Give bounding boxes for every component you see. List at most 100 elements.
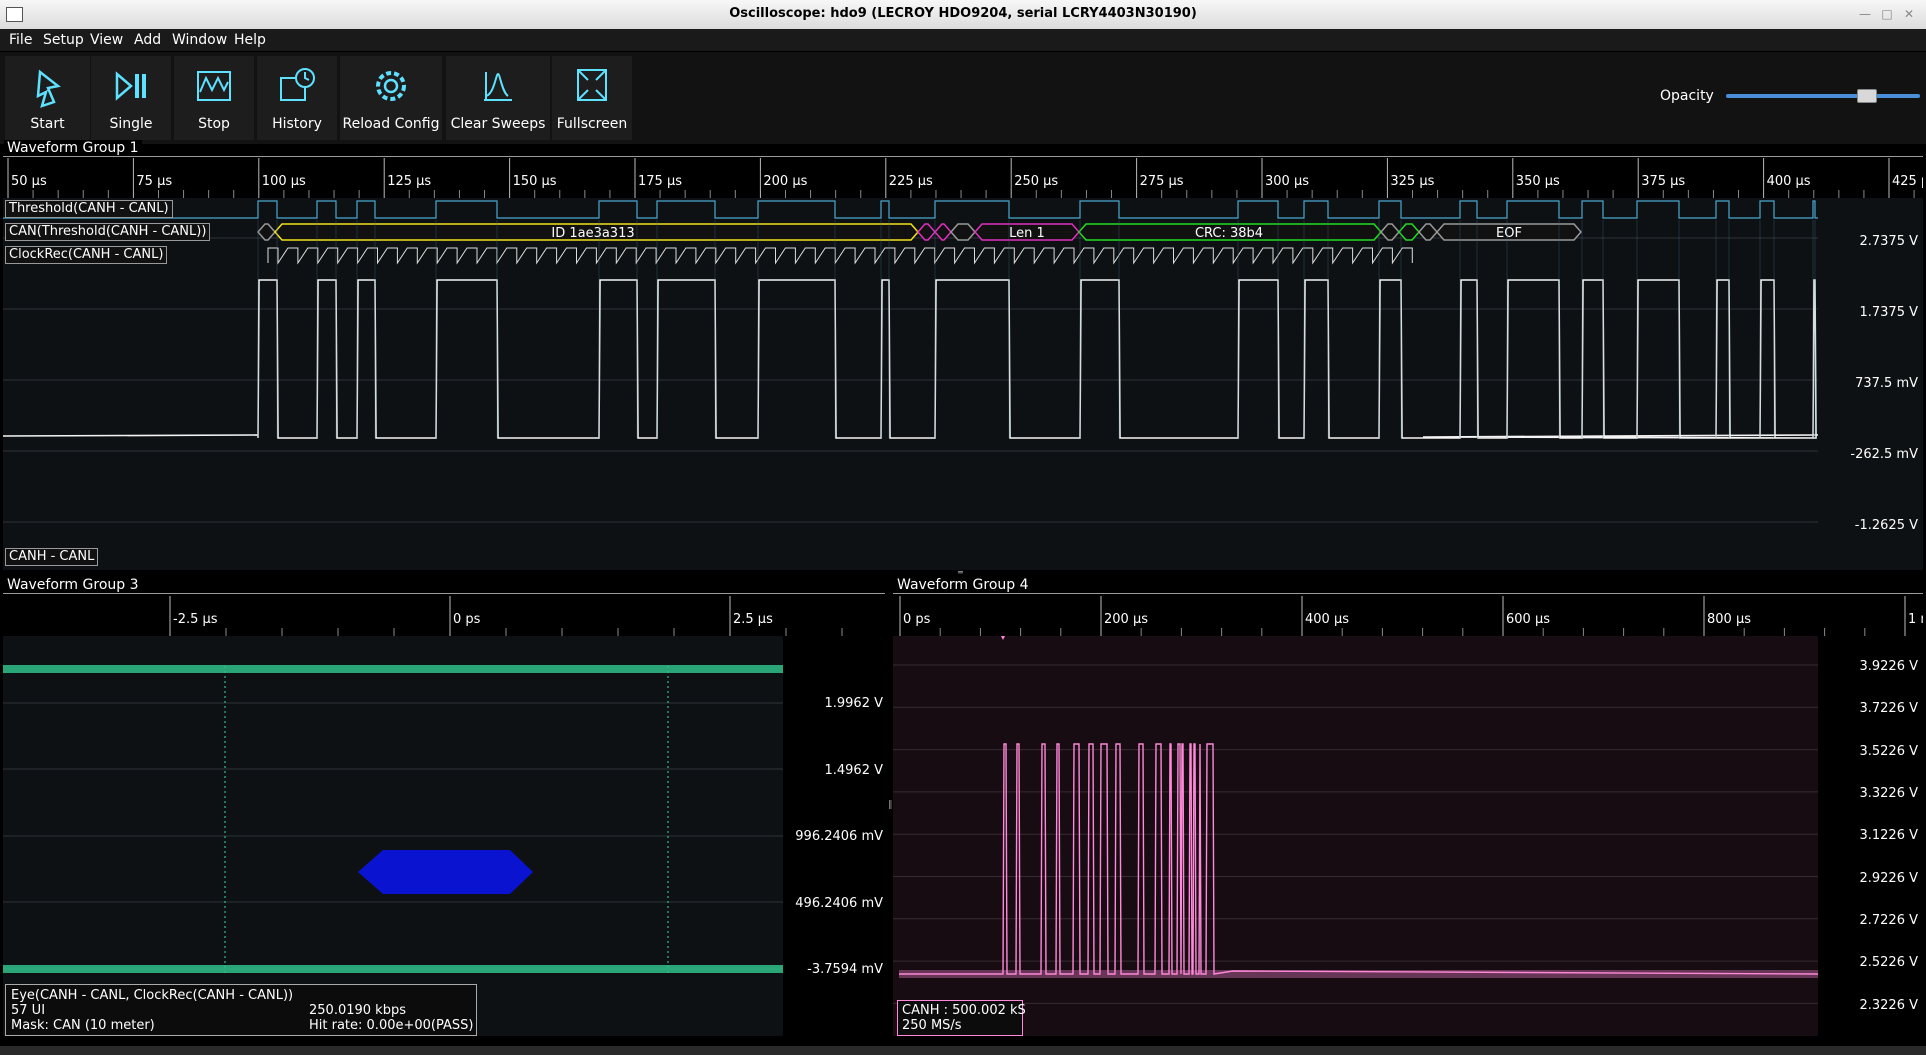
tick-label: 0 ps [903, 612, 931, 627]
menu-file[interactable]: File [9, 32, 32, 48]
group4-vlabel-6: 2.7226 V [1859, 913, 1918, 928]
clear-sweeps-icon [484, 72, 512, 101]
canh-sample-count: CANH : 500.002 kS [902, 1003, 1026, 1018]
tick-label: 375 µs [1641, 174, 1685, 189]
group3-vlabel-0: 1.9962 V [824, 696, 883, 711]
stop-icon [197, 71, 231, 101]
maximize-icon[interactable]: □ [1879, 6, 1895, 22]
tick-label: 1 r [1908, 612, 1923, 627]
minimize-icon[interactable]: — [1857, 6, 1873, 22]
threshold-trace [3, 200, 1818, 219]
tick-label: 350 µs [1516, 174, 1560, 189]
history-button[interactable]: History [257, 56, 337, 140]
tick-label: 200 µs [763, 174, 807, 189]
start-label: Start [30, 116, 65, 132]
group1-vlabel-1: 1.7375 V [1859, 305, 1918, 320]
eye-bottom-band [3, 965, 783, 973]
decode-len-text: Len 1 [1009, 226, 1045, 241]
eye-top-band [3, 665, 783, 673]
decode-id-text: ID 1ae3a313 [551, 226, 634, 241]
group4-frame [893, 593, 1923, 594]
group1-vlabel-2: 737.5 mV [1855, 376, 1918, 391]
tick-label: 300 µs [1265, 174, 1309, 189]
threshold-channel-label[interactable]: Threshold(CANH - CANL) [5, 200, 173, 218]
opacity-slider-track[interactable] [1726, 94, 1920, 98]
can-decode-channel-label[interactable]: CAN(Threshold(CANH - CANL)) [5, 223, 211, 241]
group3-frame [3, 593, 885, 594]
menu-add[interactable]: Add [134, 32, 161, 48]
group3-plot[interactable]: 1.9962 V 1.4962 V 996.2406 mV 496.2406 m… [3, 636, 885, 1036]
single-label: Single [109, 116, 153, 132]
group4-vlabel-8: 2.3226 V [1859, 998, 1918, 1013]
stop-button[interactable]: Stop [174, 56, 254, 140]
clear-sweeps-button[interactable]: Clear Sweeps [446, 56, 550, 140]
group1-vlabel-4: -1.2625 V [1854, 518, 1918, 533]
menu-setup[interactable]: Setup [43, 32, 84, 48]
single-button[interactable]: Single [91, 56, 171, 140]
group4-time-ruler[interactable]: 0 ps 200 µs 400 µs 600 µs 800 µs 1 r [893, 596, 1923, 636]
clockrec-channel-label[interactable]: ClockRec(CANH - CANL) [5, 246, 168, 264]
eye-hit-rate: Hit rate: 0.00e+00(PASS) [309, 1018, 474, 1033]
group1-frame [3, 156, 1923, 157]
group1-vlabel-3: -262.5 mV [1850, 447, 1918, 462]
start-button[interactable]: Start [5, 56, 90, 140]
vertical-splitter-handle[interactable]: ═ [958, 569, 968, 577]
tick-label: 325 µs [1390, 174, 1434, 189]
eye-mask: Mask: CAN (10 meter) [11, 1018, 155, 1033]
tick-label: 400 µs [1305, 612, 1349, 627]
tick-label: 125 µs [387, 174, 431, 189]
canh-info-box[interactable]: CANH : 500.002 kS 250 MS/s [897, 1000, 1026, 1036]
group1-vlabel-0: 2.7375 V [1859, 234, 1918, 249]
eye-info-box[interactable]: Eye(CANH - CANL, ClockRec(CANH - CANL)) … [5, 984, 477, 1036]
group3-vlabel-2: 996.2406 mV [795, 829, 883, 844]
group4-vlabel-4: 3.1226 V [1859, 828, 1918, 843]
history-icon [280, 68, 315, 101]
tick-label: 425 µs [1892, 174, 1923, 189]
status-tabs-bar [0, 1046, 1926, 1055]
canh-sample-rate: 250 MS/s [902, 1018, 962, 1033]
tick-label: 175 µs [638, 174, 682, 189]
group4-plot[interactable]: 3.9226 V 3.7226 V 3.5226 V 3.3226 V 3.12… [893, 636, 1923, 1036]
single-icon [115, 71, 146, 101]
clear-sweeps-label: Clear Sweeps [450, 116, 546, 132]
menu-help[interactable]: Help [234, 32, 266, 48]
clockrec-trace [267, 247, 1413, 265]
eye-ui-count: 57 UI [11, 1003, 46, 1018]
window-title: Oscilloscope: hdo9 (LECROY HDO9204, seri… [729, 6, 1197, 21]
group3-time-ruler[interactable]: -2.5 µs 0 ps 2.5 µs [3, 596, 885, 636]
group3-vlabel-1: 1.4962 V [824, 763, 883, 778]
menu-window[interactable]: Window [172, 32, 227, 48]
group4-vlabel-0: 3.9226 V [1859, 659, 1918, 674]
fullscreen-button[interactable]: Fullscreen [552, 56, 632, 140]
tick-label: 75 µs [136, 174, 172, 189]
reload-config-button[interactable]: Reload Config [340, 56, 442, 140]
tick-label: -2.5 µs [173, 612, 218, 627]
group1-plot[interactable]: ID 1ae3a313 Len 1 CRC: 38b4 EOF Threshold(C… [3, 198, 1923, 570]
eye-name: Eye(CANH - CANL, ClockRec(CANH - CANL)) [11, 988, 294, 1003]
fullscreen-icon [577, 69, 607, 101]
tick-label: 250 µs [1014, 174, 1058, 189]
group1-title: Waveform Group 1 [4, 140, 142, 156]
tick-label: 200 µs [1104, 612, 1148, 627]
stop-label: Stop [198, 116, 230, 132]
group3-title: Waveform Group 3 [4, 577, 142, 593]
close-icon[interactable]: ✕ [1901, 6, 1917, 22]
trigger-marker [1001, 636, 1005, 640]
opacity-label: Opacity [1660, 88, 1714, 104]
group1-time-ruler[interactable]: 50 µs 75 µs 100 µs 125 µs 150 µs 175 µs 200 µs… [3, 158, 1923, 198]
gear-icon [376, 71, 406, 101]
canh-trace [899, 743, 1819, 975]
tick-label: 225 µs [889, 174, 933, 189]
menu-view[interactable]: View [90, 32, 123, 48]
play-icon [36, 69, 61, 108]
tick-label: 800 µs [1707, 612, 1751, 627]
tick-label: 2.5 µs [733, 612, 773, 627]
menu-bar: File Setup View Add Window Help [0, 29, 1926, 51]
horizontal-splitter-handle[interactable]: ‖ [888, 800, 893, 810]
canh-canl-trace-label[interactable]: CANH - CANL [5, 548, 99, 566]
opacity-slider-handle[interactable] [1856, 89, 1877, 103]
reload-config-label: Reload Config [342, 116, 440, 132]
group4-vlabel-2: 3.5226 V [1859, 744, 1918, 759]
eye-mask-shape [358, 850, 533, 894]
tick-label: 600 µs [1506, 612, 1550, 627]
